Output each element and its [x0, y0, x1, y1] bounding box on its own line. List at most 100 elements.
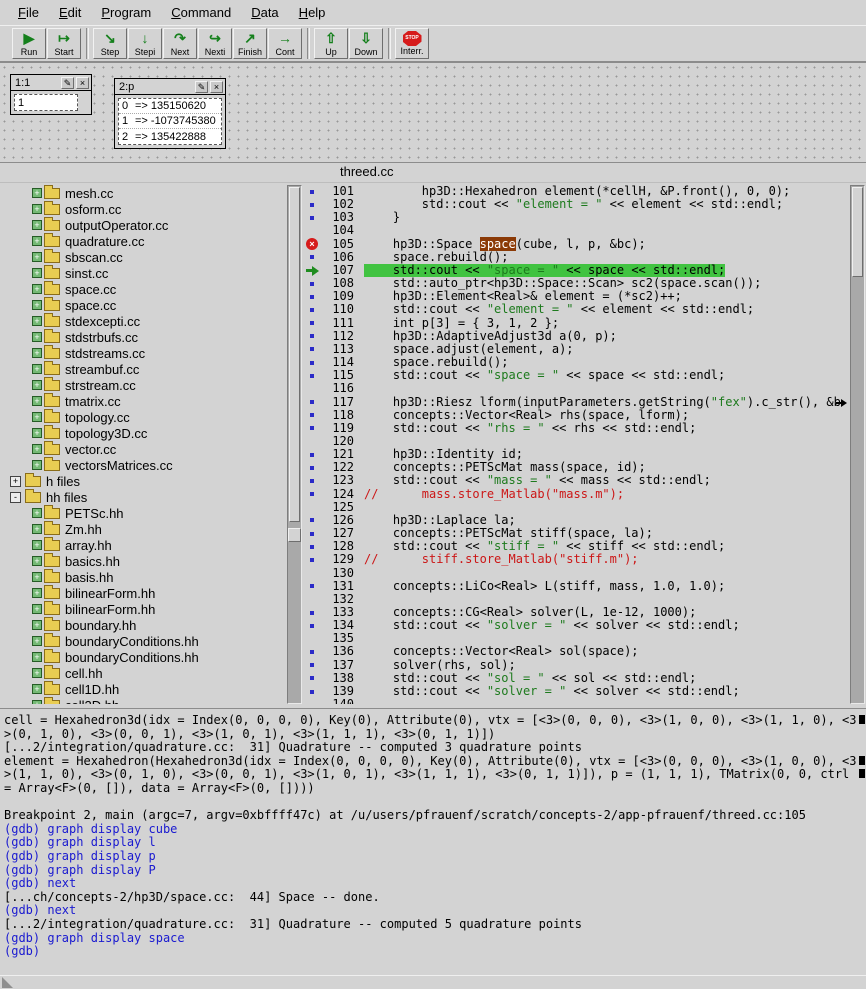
gutter-cell[interactable]	[304, 224, 320, 237]
expand-plus-icon[interactable]: +	[32, 268, 42, 278]
source-line[interactable]: 102 std::cout << "element = " << element…	[321, 198, 849, 211]
gutter-cell[interactable]	[304, 185, 320, 198]
gutter-cell[interactable]	[304, 382, 320, 395]
close-icon[interactable]: ×	[76, 77, 89, 89]
expand-plus-icon[interactable]: +	[32, 364, 42, 374]
gutter-cell[interactable]	[304, 422, 320, 435]
gutter-cell[interactable]	[304, 435, 320, 448]
toolbar-step-button[interactable]: ↘Step	[93, 28, 127, 59]
toolbar-finish-button[interactable]: ↗Finish	[233, 28, 267, 59]
expand-plus-icon[interactable]: +	[32, 620, 42, 630]
gutter-cell[interactable]	[304, 303, 320, 316]
expand-plus-icon[interactable]: +	[32, 188, 42, 198]
gutter-cell[interactable]	[304, 356, 320, 369]
tree-item-stdstreams-cc[interactable]: +stdstreams.cc	[4, 345, 285, 361]
expand-plus-icon[interactable]: +	[32, 540, 42, 550]
scrollbar-thumb[interactable]	[852, 187, 863, 277]
data-display-2-p[interactable]: 2:p✎× 0=> 1351506201=> -10737453802=> 135…	[114, 78, 226, 149]
source-line[interactable]: 115 std::cout << "space = " << space << …	[321, 369, 849, 382]
tree-item-bilinearform-hh[interactable]: +bilinearForm.hh	[4, 601, 285, 617]
gutter-cell[interactable]	[304, 606, 320, 619]
expand-plus-icon[interactable]: +	[32, 460, 42, 470]
tree-item-boundary-hh[interactable]: +boundary.hh	[4, 617, 285, 633]
gutter-cell[interactable]	[304, 343, 320, 356]
gutter-cell[interactable]	[304, 330, 320, 343]
toolbar-down-button[interactable]: ⇩Down	[349, 28, 383, 59]
expand-plus-icon[interactable]: +	[32, 396, 42, 406]
tree-toggle-icon[interactable]: +	[10, 476, 21, 487]
expand-plus-icon[interactable]: +	[32, 684, 42, 694]
tree-item-boundaryconditions-hh[interactable]: +boundaryConditions.hh	[4, 633, 285, 649]
expand-plus-icon[interactable]: +	[32, 668, 42, 678]
toolbar-nexti-button[interactable]: ↪Nexti	[198, 28, 232, 59]
toolbar-cont-button[interactable]: →Cont	[268, 28, 302, 59]
tree-item-tmatrix-cc[interactable]: +tmatrix.cc	[4, 393, 285, 409]
gutter-cell[interactable]	[304, 567, 320, 580]
gutter-cell[interactable]	[304, 369, 320, 382]
gutter-cell[interactable]	[304, 264, 320, 277]
gutter-cell[interactable]	[304, 540, 320, 553]
source-line[interactable]: 140	[321, 698, 849, 704]
gutter-cell[interactable]	[304, 632, 320, 645]
expand-plus-icon[interactable]: +	[32, 700, 42, 704]
source-scrollbar[interactable]	[850, 185, 865, 704]
menu-program[interactable]: Program	[91, 2, 161, 23]
toolbar-next-button[interactable]: ↷Next	[163, 28, 197, 59]
tree-item-stdexcepti-cc[interactable]: +stdexcepti.cc	[4, 313, 285, 329]
tree-item-sinst-cc[interactable]: +sinst.cc	[4, 265, 285, 281]
source-line[interactable]: 131 concepts::LiCo<Real> L(stiff, mass, …	[321, 580, 849, 593]
gutter-cell[interactable]	[304, 448, 320, 461]
toolbar-stepi-button[interactable]: ↓Stepi	[128, 28, 162, 59]
tree-item-bilinearform-hh[interactable]: +bilinearForm.hh	[4, 585, 285, 601]
source-line[interactable]: 103 }	[321, 211, 849, 224]
tree-item-topology3d-cc[interactable]: +topology3D.cc	[4, 425, 285, 441]
expand-plus-icon[interactable]: +	[32, 348, 42, 358]
expand-plus-icon[interactable]: +	[32, 588, 42, 598]
tree-item-petsc-hh[interactable]: +PETSc.hh	[4, 505, 285, 521]
gutter-cell[interactable]	[304, 514, 320, 527]
expand-plus-icon[interactable]: +	[32, 252, 42, 262]
display-row[interactable]: 1=> -1073745380	[119, 114, 221, 129]
gutter-cell[interactable]	[304, 277, 320, 290]
close-icon[interactable]: ×	[210, 81, 223, 93]
tree-item-hh-files[interactable]: -hh files	[4, 489, 285, 505]
plot-icon[interactable]: ✎	[195, 81, 208, 93]
expand-plus-icon[interactable]: +	[32, 284, 42, 294]
expand-plus-icon[interactable]: +	[32, 524, 42, 534]
pane-sash-handle[interactable]	[288, 528, 301, 542]
expand-plus-icon[interactable]: +	[32, 204, 42, 214]
display-row[interactable]: 0=> 135150620	[119, 99, 221, 114]
display-value[interactable]: 1	[14, 94, 78, 111]
tree-item-stdstrbufs-cc[interactable]: +stdstrbufs.cc	[4, 329, 285, 345]
toolbar-start-button[interactable]: ↦Start	[47, 28, 81, 59]
gutter-cell[interactable]	[304, 251, 320, 264]
tree-item-basics-hh[interactable]: +basics.hh	[4, 553, 285, 569]
expand-plus-icon[interactable]: +	[32, 220, 42, 230]
source-line[interactable]: 129// stiff.store_Matlab("stiff.m");	[321, 553, 849, 566]
tree-item-cell2d-hh[interactable]: +cell2D.hh	[4, 697, 285, 704]
gutter-cell[interactable]	[304, 198, 320, 211]
menu-edit[interactable]: Edit	[49, 2, 91, 23]
expand-plus-icon[interactable]: +	[32, 604, 42, 614]
gutter-cell[interactable]	[304, 290, 320, 303]
expand-plus-icon[interactable]: +	[32, 508, 42, 518]
data-display-1-1[interactable]: 1:1✎×1	[10, 74, 92, 115]
expand-plus-icon[interactable]: +	[32, 572, 42, 582]
source-line[interactable]: 134 std::cout << "solver = " << solver <…	[321, 619, 849, 632]
gutter-cell[interactable]	[304, 659, 320, 672]
gutter-cell[interactable]	[304, 619, 320, 632]
display-titlebar[interactable]: 2:p✎×	[115, 79, 225, 95]
gutter-cell[interactable]	[304, 685, 320, 698]
tree-item-sbscan-cc[interactable]: +sbscan.cc	[4, 249, 285, 265]
tree-item-boundaryconditions-hh[interactable]: +boundaryConditions.hh	[4, 649, 285, 665]
gutter-cell[interactable]	[304, 409, 320, 422]
display-table[interactable]: 0=> 1351506201=> -10737453802=> 13542288…	[118, 98, 222, 145]
expand-plus-icon[interactable]: +	[32, 636, 42, 646]
tree-item-mesh-cc[interactable]: +mesh.cc	[4, 185, 285, 201]
gutter-cell[interactable]	[304, 645, 320, 658]
tree-item-cell-hh[interactable]: +cell.hh	[4, 665, 285, 681]
tree-item-quadrature-cc[interactable]: +quadrature.cc	[4, 233, 285, 249]
expand-plus-icon[interactable]: +	[32, 652, 42, 662]
gutter-cell[interactable]	[304, 580, 320, 593]
expand-plus-icon[interactable]: +	[32, 556, 42, 566]
